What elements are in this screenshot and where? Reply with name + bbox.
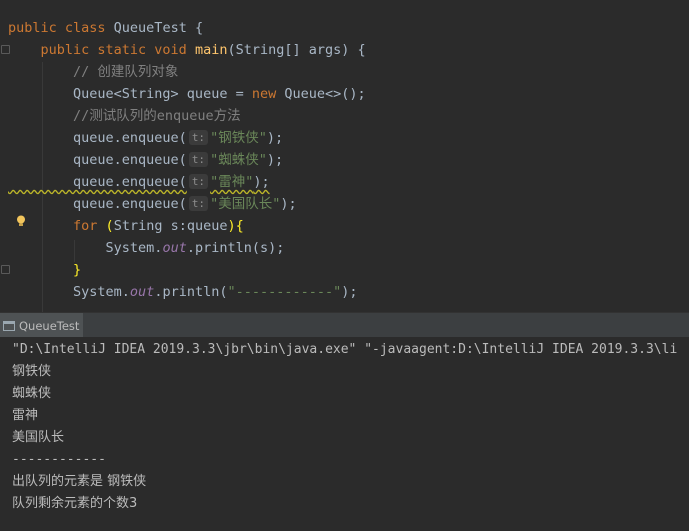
console-line: "D:\IntelliJ IDEA 2019.3.3\jbr\bin\java.… (12, 342, 678, 357)
code-token: public static void (8, 42, 195, 58)
code-token: "钢铁侠" (210, 130, 267, 146)
code-token: String s:queue (113, 218, 228, 234)
code-token: ); (266, 130, 284, 146)
console-line: ------------ (12, 452, 106, 467)
run-tab-label: QueueTest (19, 318, 80, 333)
console-line: 钢铁侠 (12, 364, 52, 379)
code-token: out (129, 284, 155, 300)
parameter-hint: t: (188, 174, 209, 189)
run-panel-header: QueueTest (0, 312, 689, 338)
code-token: "美国队长" (210, 196, 281, 212)
code-token: queue.enqueue( (8, 130, 187, 146)
console-line: 雷神 (12, 408, 39, 423)
code-token: System. (8, 284, 130, 300)
code-line[interactable]: public static void main(String[] args) { (8, 39, 366, 61)
run-tab[interactable]: QueueTest (0, 313, 83, 338)
console-line: 队列剩余元素的个数3 (12, 496, 138, 511)
code-token: ); (253, 174, 270, 190)
parameter-hint: t: (188, 152, 209, 167)
code-token: Queue<>(); (284, 86, 366, 102)
code-token: System. (8, 240, 163, 256)
code-token: "雷神" (210, 174, 254, 190)
console-output[interactable]: "D:\IntelliJ IDEA 2019.3.3\jbr\bin\java.… (0, 337, 689, 531)
code-token: .println(s); (186, 240, 285, 256)
code-token: main (194, 42, 228, 58)
code-token: .println( (154, 284, 228, 300)
code-token: Queue<String> queue = (8, 86, 252, 102)
console-line: 美国队长 (12, 430, 65, 445)
code-line[interactable]: queue.enqueue(t: "蜘蛛侠"); (8, 149, 366, 171)
code-line[interactable]: for (String s:queue){ (8, 215, 366, 237)
code-line[interactable]: queue.enqueue(t: "美国队长"); (8, 193, 366, 215)
code-token: for (8, 218, 106, 234)
code-token: } (8, 262, 82, 278)
parameter-hint: t: (188, 130, 209, 145)
code-token: queue.enqueue( (8, 196, 187, 212)
code-line[interactable]: // 创建队列对象 (8, 61, 366, 83)
code-token: ){ (227, 218, 244, 234)
code-line[interactable]: System.out.println(s); (8, 237, 366, 259)
console-line: 出队列的元素是 钢铁侠 (12, 474, 147, 489)
parameter-hint: t: (188, 196, 209, 211)
code-token: //测试队列的enqueue方法 (8, 108, 241, 124)
code-token: "蜘蛛侠" (210, 152, 267, 168)
code-line[interactable]: //测试队列的enqueue方法 (8, 105, 366, 127)
code-token: "------------" (227, 284, 342, 300)
console-text: "D:\IntelliJ IDEA 2019.3.3\jbr\bin\java.… (12, 339, 677, 515)
code-token: public class (8, 20, 114, 36)
code-token: out (162, 240, 187, 256)
code-token: queue.enqueue( (8, 174, 187, 190)
code-token: ); (266, 152, 284, 168)
code-line[interactable]: } (8, 259, 366, 281)
code-token: QueueTest { (113, 20, 204, 36)
code-line[interactable]: queue.enqueue(t: "雷神"); (8, 171, 366, 193)
code-line[interactable]: public class QueueTest { (8, 17, 366, 39)
code-token: new (251, 86, 285, 102)
code-token: ); (280, 196, 297, 212)
code-token: (String[] args) { (227, 42, 366, 58)
code-editor[interactable]: public class QueueTest { public static v… (0, 0, 689, 312)
run-icon (3, 320, 15, 331)
code-token: ); (341, 284, 358, 300)
code-token: queue.enqueue( (8, 152, 187, 168)
code-text[interactable]: public class QueueTest { public static v… (8, 17, 366, 303)
code-token: // 创建队列对象 (8, 64, 179, 80)
console-line: 蜘蛛侠 (12, 386, 52, 401)
code-line[interactable]: queue.enqueue(t: "钢铁侠"); (8, 127, 366, 149)
code-token: ( (105, 218, 114, 234)
code-line[interactable]: System.out.println("------------"); (8, 281, 366, 303)
code-line[interactable]: Queue<String> queue = new Queue<>(); (8, 83, 366, 105)
